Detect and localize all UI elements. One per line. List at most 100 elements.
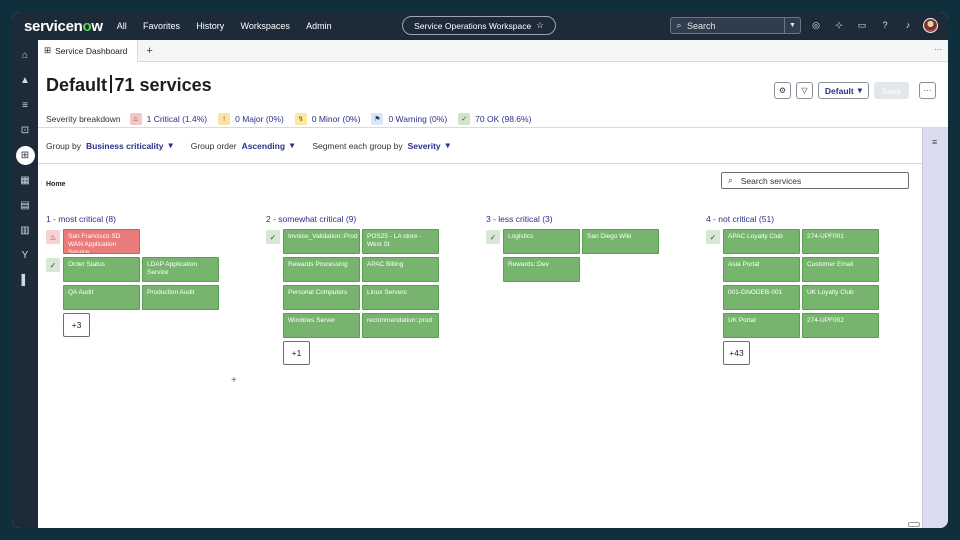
chat-icon[interactable]: ▭ <box>856 19 868 31</box>
service-card[interactable]: San Francisco SD WAN Application Service <box>63 229 140 254</box>
service-card[interactable]: Rewards Processing <box>283 257 360 282</box>
grid-icon: ⊞ <box>44 45 52 55</box>
global-search[interactable]: ⌕ Search ▼ <box>670 17 801 34</box>
service-card[interactable]: Order Status <box>63 257 140 282</box>
tab-service-dashboard[interactable]: ⊞ Service Dashboard <box>38 39 139 62</box>
tab-label: Service Dashboard <box>55 45 128 56</box>
service-card[interactable]: Personal Computers <box>283 285 360 310</box>
filter-button[interactable]: ▽ <box>795 82 813 99</box>
scope-icon[interactable]: ⊹ <box>833 19 845 31</box>
settings-button[interactable]: ⚙ <box>773 82 791 99</box>
more-tabs-icon[interactable]: ··· <box>934 45 942 54</box>
service-card[interactable]: UK Portal <box>723 313 800 338</box>
search-services-input[interactable]: ⌕ Search services <box>721 172 909 189</box>
menu-icon[interactable]: ≡ <box>932 137 937 147</box>
ok-icon: ✓ <box>266 230 280 244</box>
service-card[interactable]: 001-GNODEB-001 <box>723 285 800 310</box>
more-actions-button[interactable]: ··· <box>919 82 936 99</box>
branch-icon[interactable]: Y <box>15 246 35 265</box>
service-card[interactable]: Invoice_Validation::Prod <box>283 229 360 254</box>
ok-icon: ✓ <box>458 113 471 125</box>
calendar-icon[interactable]: ▦ <box>15 171 35 190</box>
inbox-icon[interactable]: ⊡ <box>15 121 35 140</box>
search-services-placeholder: Search services <box>740 175 802 186</box>
severity-major[interactable]: ! 0 Major (0%) <box>218 113 284 125</box>
service-card[interactable]: San Diego Wiki <box>582 229 659 254</box>
more-services-button[interactable]: +1 <box>283 341 310 365</box>
nav-all[interactable]: All <box>117 21 127 31</box>
segment-dropdown[interactable]: Severity <box>408 141 441 151</box>
service-card[interactable]: Asia Portal <box>723 257 800 282</box>
page-header: Default 71 services Severity breakdown ♨ … <box>38 62 948 128</box>
severity-row-ok: ✓ Invoice_Validation::Prod POS25 - LA st… <box>266 229 439 338</box>
globe-icon[interactable]: ◎ <box>810 19 822 31</box>
filter-icon: ▽ <box>801 86 808 95</box>
service-card[interactable]: APAC Loyalty Club <box>723 229 800 254</box>
service-card[interactable]: Windows Server <box>283 313 360 338</box>
gear-icon: ⚙ <box>778 86 786 95</box>
group-title[interactable]: 4 - not critical (51) <box>706 214 879 224</box>
service-card[interactable]: 274-UPF001 <box>802 229 879 254</box>
severity-critical-label: 1 Critical (1.4%) <box>146 114 208 124</box>
dashboard-icon[interactable]: ⊞ <box>15 146 35 165</box>
service-card[interactable]: LDAP Application Service <box>142 257 219 282</box>
bar-chart-icon[interactable]: ▌ <box>15 271 35 290</box>
list-icon[interactable]: ≡ <box>15 96 35 115</box>
group-by-dropdown[interactable]: Business criticality <box>86 141 163 151</box>
nav-favorites[interactable]: Favorites <box>143 21 180 31</box>
critical-icon: ♨ <box>129 113 142 125</box>
servicenow-logo[interactable]: servicenow <box>24 18 103 35</box>
service-card[interactable]: UK Loyalty Club <box>802 285 879 310</box>
severity-critical[interactable]: ♨ 1 Critical (1.4%) <box>129 113 208 125</box>
service-card[interactable]: Rewards::Dev <box>503 257 580 282</box>
default-view-label: Default <box>824 85 854 96</box>
group-by-control: Group by Business criticality ▾ <box>46 140 173 151</box>
nav-history[interactable]: History <box>196 21 224 31</box>
resize-handle-icon[interactable] <box>908 522 920 527</box>
save-button[interactable]: Save <box>874 82 909 99</box>
breadcrumb[interactable]: Home <box>46 181 65 188</box>
caret-down-icon[interactable]: ▾ <box>168 140 172 151</box>
service-card[interactable]: Linux Servers <box>362 285 439 310</box>
avatar[interactable] <box>923 18 938 33</box>
group-title[interactable]: 2 - somewhat critical (9) <box>266 214 439 224</box>
service-card[interactable]: POS25 - LA store - West St <box>362 229 439 254</box>
group-order-dropdown[interactable]: Ascending <box>242 141 285 151</box>
bell-icon[interactable]: ♪ <box>902 19 914 31</box>
add-tab-button[interactable]: + <box>146 45 152 57</box>
nav-admin[interactable]: Admin <box>306 21 332 31</box>
star-icon[interactable]: ☆ <box>536 20 544 31</box>
severity-row-ok: ✓ Order Status LDAP Application Service … <box>46 257 219 310</box>
group-by-label: Group by <box>46 140 81 151</box>
service-card[interactable]: Customer Email <box>802 257 879 282</box>
more-services-button[interactable]: +3 <box>63 313 90 337</box>
caret-down-icon[interactable]: ▾ <box>290 140 294 151</box>
workspace-title-pill[interactable]: Service Operations Workspace ☆ <box>402 16 556 35</box>
tab-bar: ⊞ Service Dashboard + ··· <box>38 39 948 62</box>
severity-ok[interactable]: ✓ 70 OK (98.6%) <box>458 113 531 125</box>
more-services-button[interactable]: +43 <box>723 341 750 365</box>
learning-icon[interactable]: ▲ <box>15 71 35 90</box>
service-card[interactable]: 274-UPF002 <box>802 313 879 338</box>
nav-workspaces[interactable]: Workspaces <box>240 21 289 31</box>
service-card[interactable]: recommendation::prod <box>362 313 439 338</box>
caret-down-icon[interactable]: ▾ <box>446 140 450 151</box>
help-icon[interactable]: ? <box>879 19 891 31</box>
service-card[interactable]: Production Audit <box>142 285 219 310</box>
chevron-down-icon[interactable]: ▼ <box>784 18 800 33</box>
table-icon[interactable]: ▥ <box>15 221 35 240</box>
segment-label: Segment each group by <box>312 140 403 151</box>
service-card[interactable]: Logistics <box>503 229 580 254</box>
home-icon[interactable]: ⌂ <box>15 46 35 65</box>
service-card[interactable]: APAC Billing <box>362 257 439 282</box>
service-cards: Invoice_Validation::Prod POS25 - LA stor… <box>283 229 439 338</box>
severity-major-label: 0 Major (0%) <box>235 114 284 124</box>
group-title[interactable]: 3 - less critical (3) <box>486 214 659 224</box>
severity-breakdown: Severity breakdown ♨ 1 Critical (1.4%) !… <box>46 113 542 125</box>
group-title[interactable]: 1 - most critical (8) <box>46 214 219 224</box>
severity-warning[interactable]: ⚑ 0 Warning (0%) <box>371 113 447 125</box>
service-card[interactable]: QA Audit <box>63 285 140 310</box>
document-icon[interactable]: ▤ <box>15 196 35 215</box>
severity-minor[interactable]: ↯ 0 Minor (0%) <box>294 113 360 125</box>
default-view-dropdown[interactable]: Default ▾ <box>817 82 869 99</box>
